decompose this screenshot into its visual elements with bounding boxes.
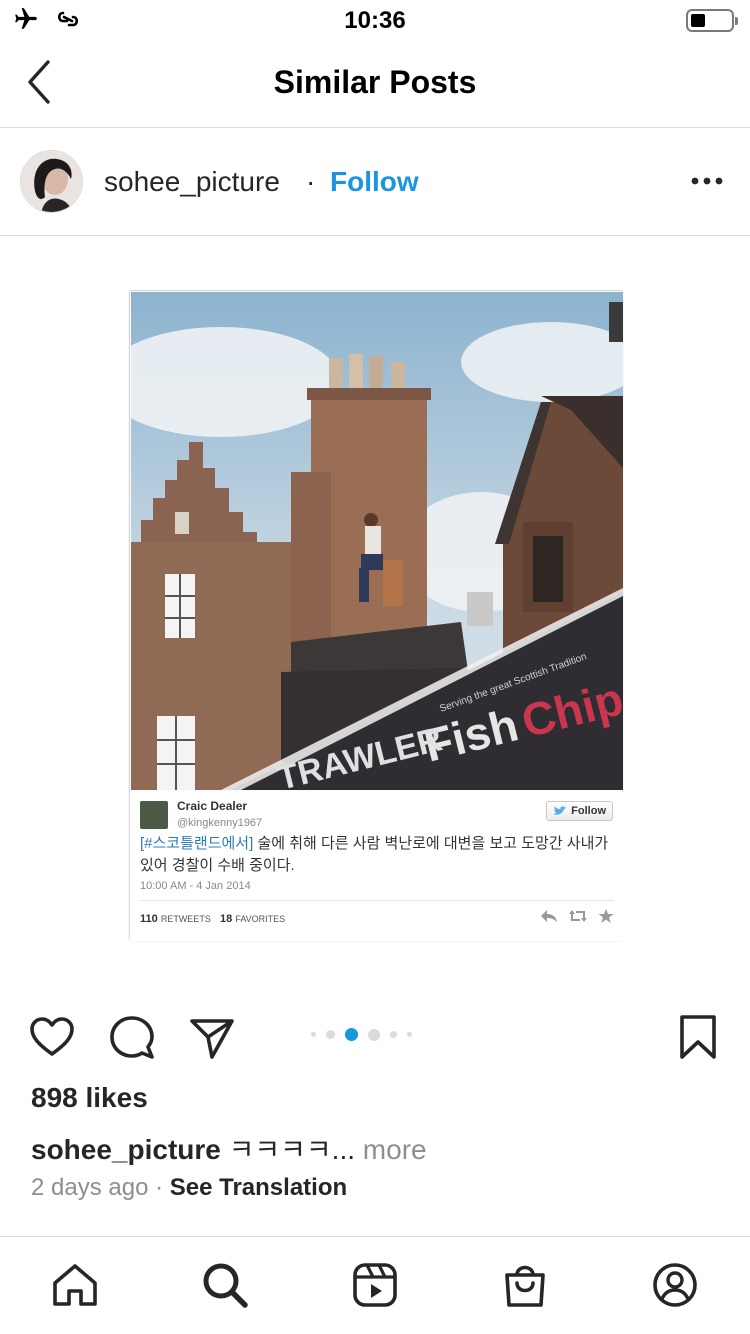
tweet-text: [#스코틀랜드에서] 술에 취해 다른 사람 벽난로에 대변을 보고 도망간 사…	[140, 833, 614, 877]
profile-icon	[653, 1263, 697, 1307]
username-separator: ·	[306, 166, 316, 197]
tweet-body: Craic Dealer @kingkenny1967 Follow [#스코틀…	[130, 791, 624, 941]
search-icon	[203, 1263, 248, 1308]
like-button[interactable]	[28, 1013, 76, 1061]
tweet-hashtag: [#스코틀랜드에서]	[140, 835, 254, 852]
tweet-screenshot: FishChips Serving the great Scottish Tra…	[129, 290, 624, 941]
caption-username[interactable]: sohee_picture	[31, 1134, 221, 1165]
status-time: 10:36	[344, 7, 406, 34]
share-button[interactable]	[188, 1013, 236, 1061]
twitter-bird-icon	[553, 806, 567, 815]
carousel-dot	[345, 1028, 358, 1041]
retweet-label: RETWEETS	[160, 914, 211, 924]
page-title: Similar Posts	[273, 64, 477, 100]
like-count[interactable]: 898 likes	[31, 1082, 148, 1114]
status-bar: 10:36	[0, 0, 750, 40]
avatar-photo	[21, 151, 82, 212]
tweet-actions	[540, 909, 614, 923]
tweet-divider	[140, 900, 614, 901]
tweet-timestamp: 10:00 AM - 4 Jan 2014	[140, 880, 251, 892]
favorite-count: 18	[220, 913, 233, 925]
navigation-header: Similar Posts	[0, 44, 750, 128]
tab-search[interactable]	[201, 1261, 249, 1309]
tweet-follow-label: Follow	[571, 805, 606, 817]
bottom-tab-bar	[0, 1236, 750, 1334]
see-translation-link[interactable]: See Translation	[170, 1174, 347, 1201]
avatar[interactable]	[20, 150, 83, 213]
bookmark-icon	[680, 1015, 716, 1059]
rooftop-photo: FishChips Serving the great Scottish Tra…	[131, 292, 623, 790]
carousel-dot	[326, 1030, 335, 1039]
carousel-dot	[311, 1032, 316, 1037]
carousel-indicator	[311, 1028, 412, 1041]
caption-more-link[interactable]: more	[355, 1134, 427, 1165]
post-username[interactable]: sohee_picture	[104, 166, 280, 198]
follow-button[interactable]: Follow	[330, 166, 419, 198]
reels-icon	[353, 1263, 397, 1307]
tab-shop[interactable]	[501, 1261, 549, 1309]
heart-icon	[30, 1017, 74, 1056]
comment-icon	[110, 1016, 154, 1059]
carousel-dot	[390, 1031, 397, 1038]
tab-home[interactable]	[51, 1261, 99, 1309]
favorite-label: FAVORITES	[235, 914, 286, 924]
star-icon	[598, 909, 614, 923]
meta-separator: ·	[148, 1174, 170, 1201]
carousel-dot	[368, 1028, 380, 1041]
retweet-icon	[569, 910, 587, 922]
tweet-stats: 110 RETWEETS 18 FAVORITES	[140, 913, 285, 925]
tweet-follow-badge: Follow	[546, 801, 613, 821]
send-icon	[190, 1019, 234, 1059]
post-caption: sohee_picture ㅋㅋㅋㅋ... more	[31, 1128, 427, 1168]
comment-button[interactable]	[108, 1013, 156, 1061]
post-action-bar	[0, 1008, 750, 1064]
reply-icon	[541, 910, 557, 922]
caption-text: ㅋㅋㅋㅋ...	[220, 1134, 356, 1165]
tab-reels[interactable]	[351, 1261, 399, 1309]
battery-icon	[686, 9, 738, 32]
post-media[interactable]: FishChips Serving the great Scottish Tra…	[0, 237, 750, 997]
post-meta: 2 days ago · See Translation	[31, 1174, 347, 1202]
home-icon	[53, 1264, 97, 1306]
shop-icon	[505, 1265, 545, 1307]
tweet-avatar	[140, 801, 168, 829]
save-button[interactable]	[674, 1013, 722, 1061]
ellipsis-icon	[691, 177, 723, 185]
post-header: sohee_picture · Follow	[0, 129, 750, 236]
tab-profile[interactable]	[651, 1261, 699, 1309]
tweet-author-handle: @kingkenny1967	[177, 817, 263, 829]
post-timestamp: 2 days ago	[31, 1174, 149, 1201]
tweet-author-name: Craic Dealer	[177, 799, 248, 813]
more-options-button[interactable]	[690, 173, 724, 189]
retweet-count: 110	[140, 913, 158, 925]
carousel-dot	[407, 1032, 412, 1037]
